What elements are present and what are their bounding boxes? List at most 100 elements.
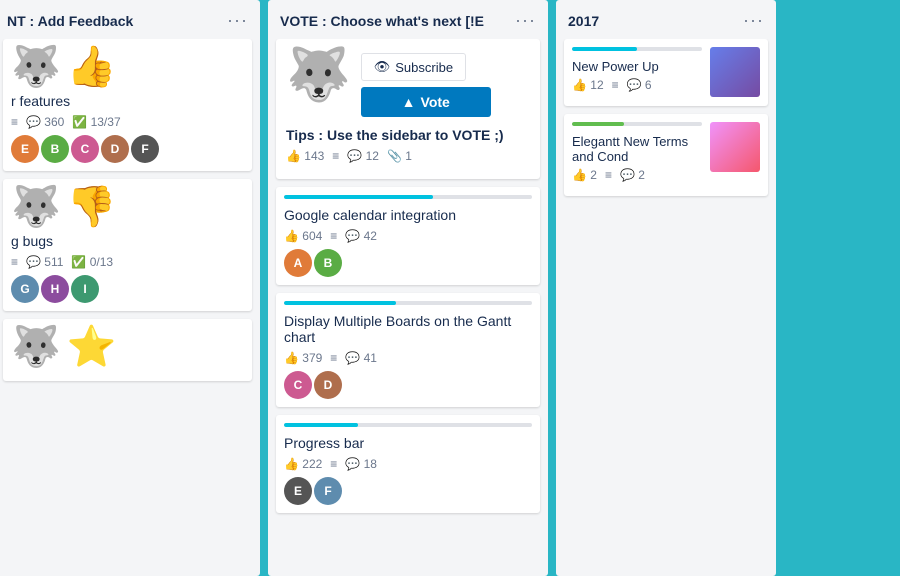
progress-bar-3 bbox=[284, 423, 532, 427]
thumb-count-mb: 👍 379 bbox=[284, 351, 322, 365]
align-icon-1: ≡ bbox=[11, 115, 18, 129]
progress-bar-1 bbox=[284, 195, 532, 199]
eye-icon: 👁 bbox=[374, 59, 391, 75]
column-middle-menu-icon[interactable]: ··· bbox=[515, 10, 536, 31]
align-npu: ≡ bbox=[612, 78, 619, 92]
column-right-menu-icon[interactable]: ··· bbox=[743, 10, 764, 31]
card-bugs[interactable]: 🐺 👎 g bugs ≡ 💬 511 ✅ 0/13 G H I bbox=[3, 179, 252, 311]
elegantt-terms-title: Elegantt New Terms and Cond bbox=[572, 134, 702, 164]
card-emoji-row: 🐺 👍 bbox=[11, 47, 244, 87]
vote-card-top: 🐺 👁 Subscribe ▲ Vote bbox=[286, 49, 530, 117]
thumb-image-2 bbox=[710, 122, 760, 172]
card-features-meta: ≡ 💬 360 ✅ 13/37 bbox=[11, 115, 244, 129]
card-multiple-boards[interactable]: Display Multiple Boards on the Gantt cha… bbox=[276, 293, 540, 407]
column-middle-header: VOTE : Choose what's next [!E ··· bbox=[268, 0, 548, 39]
avatars-gc: A B bbox=[284, 249, 532, 277]
progress-fill-1 bbox=[284, 195, 433, 199]
align-icon-2: ≡ bbox=[11, 255, 18, 269]
avatar: G bbox=[11, 275, 39, 303]
multiple-boards-meta: 👍 379 ≡ 💬 41 bbox=[284, 351, 532, 365]
avatar: I bbox=[71, 275, 99, 303]
vote-arrow-icon: ▲ bbox=[402, 94, 416, 110]
avatar: D bbox=[314, 371, 342, 399]
featured-vote-card[interactable]: 🐺 👁 Subscribe ▲ Vote Tips : Use the side… bbox=[276, 39, 540, 179]
column-left: NT : Add Feedback ··· 🐺 👍 r features ≡ 💬… bbox=[0, 0, 260, 576]
thumb-count-featured: 👍 143 bbox=[286, 149, 324, 163]
card-bugs-text: g bugs bbox=[11, 233, 244, 249]
card-emoji-row-3: 🐺 ⭐ bbox=[11, 327, 244, 367]
emoji-thumbdown: 👎 bbox=[67, 187, 117, 227]
elegantt-terms-content: Elegantt New Terms and Cond 👍 2 ≡ 💬 2 bbox=[572, 122, 702, 188]
comment-featured: 💬 12 bbox=[347, 149, 379, 163]
avatar: B bbox=[41, 135, 69, 163]
emoji-husky: 🐺 bbox=[11, 47, 61, 87]
avatar: C bbox=[284, 371, 312, 399]
emoji-husky-2: 🐺 bbox=[11, 187, 61, 227]
comment-npu: 💬 6 bbox=[627, 78, 652, 92]
progress-fill-et bbox=[572, 122, 624, 126]
column-left-title: NT : Add Feedback bbox=[7, 13, 133, 29]
avatar: H bbox=[41, 275, 69, 303]
card-star[interactable]: 🐺 ⭐ bbox=[3, 319, 252, 381]
comment-gc: 💬 42 bbox=[345, 229, 377, 243]
comment-pb: 💬 18 bbox=[345, 457, 377, 471]
column-right: 2017 ··· New Power Up 👍 12 ≡ 💬 6 bbox=[556, 0, 776, 576]
card-progress-bar[interactable]: Progress bar 👍 222 ≡ 💬 18 E F bbox=[276, 415, 540, 513]
avatars-mb: C D bbox=[284, 371, 532, 399]
avatar: F bbox=[314, 477, 342, 505]
board-container: NT : Add Feedback ··· 🐺 👍 r features ≡ 💬… bbox=[0, 0, 900, 576]
clip-featured: 📎 1 bbox=[387, 149, 412, 163]
avatars-features: E B C D F bbox=[11, 135, 244, 163]
new-power-up-content: New Power Up 👍 12 ≡ 💬 6 bbox=[572, 47, 702, 98]
emoji-thumbup: 👍 bbox=[67, 47, 117, 87]
column-right-cards: New Power Up 👍 12 ≡ 💬 6 El bbox=[556, 39, 776, 576]
new-power-up-title: New Power Up bbox=[572, 59, 702, 74]
vote-actions: 👁 Subscribe ▲ Vote bbox=[361, 49, 491, 117]
align-et: ≡ bbox=[605, 168, 612, 182]
thumb-et: 👍 2 bbox=[572, 168, 597, 182]
new-power-up-thumb bbox=[710, 47, 760, 97]
comment-mb: 💬 41 bbox=[345, 351, 377, 365]
progress-fill-2 bbox=[284, 301, 396, 305]
avatar: D bbox=[101, 135, 129, 163]
subscribe-button[interactable]: 👁 Subscribe bbox=[361, 53, 466, 81]
subscribe-label: Subscribe bbox=[395, 60, 453, 75]
vote-emoji: 🐺 bbox=[286, 49, 351, 101]
align-gc: ≡ bbox=[330, 229, 337, 243]
card-features[interactable]: 🐺 👍 r features ≡ 💬 360 ✅ 13/37 E B C D F bbox=[3, 39, 252, 171]
column-left-menu-icon[interactable]: ··· bbox=[227, 10, 248, 31]
align-pb: ≡ bbox=[330, 457, 337, 471]
progress-bar-npu bbox=[572, 47, 702, 51]
card-features-text: r features bbox=[11, 93, 244, 109]
new-power-up-meta: 👍 12 ≡ 💬 6 bbox=[572, 78, 702, 92]
progress-bar-card-title: Progress bar bbox=[284, 435, 532, 451]
avatar: B bbox=[314, 249, 342, 277]
column-left-cards: 🐺 👍 r features ≡ 💬 360 ✅ 13/37 E B C D F bbox=[0, 39, 260, 576]
column-right-header: 2017 ··· bbox=[556, 0, 776, 39]
comment-et: 💬 2 bbox=[620, 168, 645, 182]
vote-label: Vote bbox=[421, 94, 450, 110]
elegantt-terms-meta: 👍 2 ≡ 💬 2 bbox=[572, 168, 702, 182]
vote-button[interactable]: ▲ Vote bbox=[361, 87, 491, 117]
avatars-pb: E F bbox=[284, 477, 532, 505]
card-google-calendar[interactable]: Google calendar integration 👍 604 ≡ 💬 42… bbox=[276, 187, 540, 285]
check-count-2: ✅ 0/13 bbox=[71, 255, 113, 269]
featured-card-meta: 👍 143 ≡ 💬 12 📎 1 bbox=[286, 149, 530, 163]
progress-bar-meta: 👍 222 ≡ 💬 18 bbox=[284, 457, 532, 471]
featured-card-title: Tips : Use the sidebar to VOTE ;) bbox=[286, 127, 530, 143]
google-calendar-meta: 👍 604 ≡ 💬 42 bbox=[284, 229, 532, 243]
card-bugs-meta: ≡ 💬 511 ✅ 0/13 bbox=[11, 255, 244, 269]
align-mb: ≡ bbox=[330, 351, 337, 365]
card-new-power-up[interactable]: New Power Up 👍 12 ≡ 💬 6 bbox=[564, 39, 768, 106]
emoji-star: ⭐ bbox=[67, 327, 117, 367]
comment-count-1: 💬 360 bbox=[26, 115, 64, 129]
thumb-npu: 👍 12 bbox=[572, 78, 604, 92]
progress-fill-npu bbox=[572, 47, 637, 51]
emoji-husky-3: 🐺 bbox=[11, 327, 61, 367]
column-middle-cards: 🐺 👁 Subscribe ▲ Vote Tips : Use the side… bbox=[268, 39, 548, 576]
avatar: C bbox=[71, 135, 99, 163]
google-calendar-title: Google calendar integration bbox=[284, 207, 532, 223]
thumb-count-pb: 👍 222 bbox=[284, 457, 322, 471]
card-elegantt-terms[interactable]: Elegantt New Terms and Cond 👍 2 ≡ 💬 2 bbox=[564, 114, 768, 196]
card-emoji-row-2: 🐺 👎 bbox=[11, 187, 244, 227]
